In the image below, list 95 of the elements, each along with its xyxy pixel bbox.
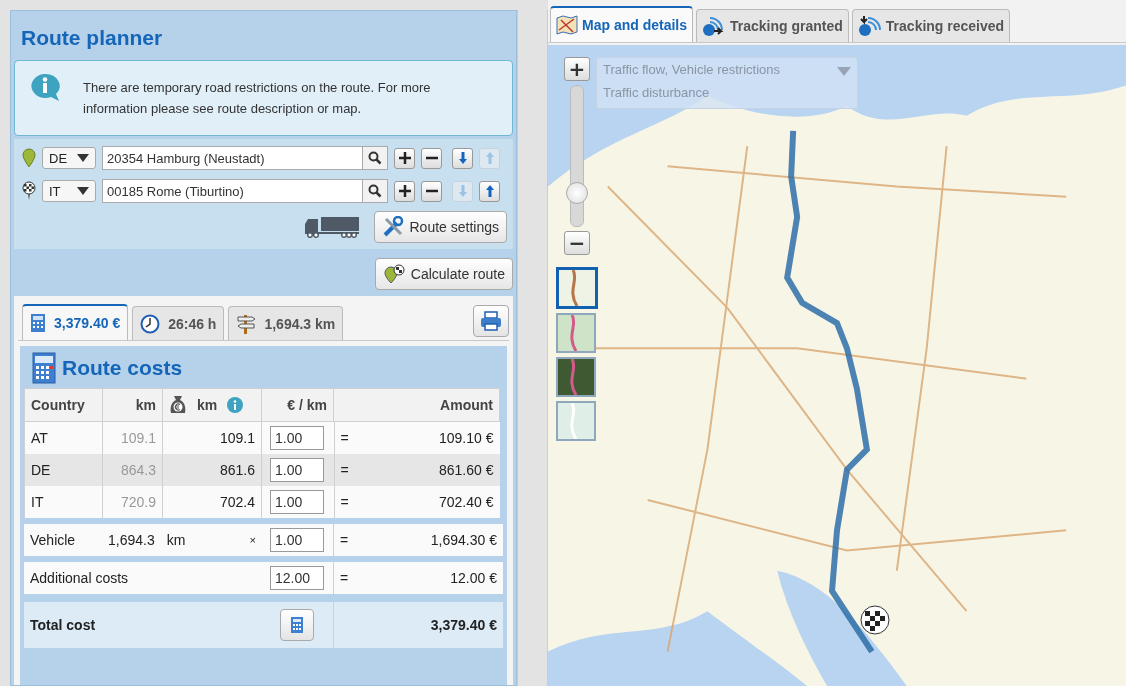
rate-field[interactable]: 1.00 [270, 490, 324, 514]
column-header: Country [24, 388, 103, 422]
table-cell: 720.9 [102, 486, 163, 518]
calculate-route-button[interactable]: Calculate route [374, 258, 513, 290]
result-tab[interactable]: 3,379.40 € [22, 304, 129, 340]
minus-icon [424, 156, 439, 160]
caret-icon [77, 154, 89, 162]
multiply-sign: × [249, 534, 256, 546]
table-cell: 702.4 [162, 486, 262, 518]
result-tab[interactable]: 26:46 h [132, 306, 225, 340]
amount: 702.40 € [439, 494, 494, 510]
amount: 109.10 € [439, 430, 494, 446]
amount: 12.00 € [450, 570, 497, 586]
address-field[interactable]: 20354 Hamburg (Neustadt) [102, 146, 362, 170]
equals-sign: = [340, 462, 349, 478]
column-header: km [197, 397, 218, 413]
table-cell: 864.3 [102, 454, 163, 486]
rate-field[interactable]: 1.00 [270, 426, 324, 450]
address-field[interactable]: 00185 Rome (Tiburtino) [102, 179, 362, 203]
clock-icon [140, 313, 161, 334]
truck-icon [303, 216, 360, 238]
search-icon [368, 184, 382, 198]
move-down-button[interactable] [452, 147, 473, 169]
add-button[interactable] [394, 147, 415, 169]
money-bag-icon [169, 395, 187, 415]
map-layer-thumbnail[interactable] [556, 267, 598, 309]
remove-button[interactable] [421, 180, 442, 202]
equals-sign: = [340, 532, 349, 548]
pin-icon [22, 148, 36, 168]
search-button[interactable] [362, 179, 388, 203]
column-header: € / km [261, 388, 334, 422]
signal-person-icon [857, 15, 882, 37]
search-icon [368, 151, 382, 165]
add-button[interactable] [394, 180, 415, 202]
info-icon [29, 72, 61, 102]
equals-sign: = [340, 430, 349, 446]
country-dropdown[interactable]: DE [42, 147, 96, 169]
table-cell: DE [24, 454, 103, 486]
calculator-icon [32, 352, 56, 384]
row-label: Total cost [30, 617, 97, 633]
plus-icon [397, 151, 412, 165]
map-layer-thumbnail[interactable] [556, 313, 596, 353]
amount: 1,694.30 € [430, 532, 497, 548]
caret-icon [837, 67, 851, 76]
table-cell: IT [24, 486, 103, 518]
map-tab[interactable]: Map and details [550, 6, 694, 42]
map-tab[interactable]: Tracking granted [696, 9, 849, 42]
table-cell: 861.6 [162, 454, 262, 486]
row-label: Additional costs [30, 570, 130, 586]
calculator-icon [290, 616, 304, 634]
signpost-icon [236, 312, 257, 335]
result-tab[interactable]: 1,694.3 km [228, 306, 344, 340]
minus-icon [424, 189, 439, 193]
rate-field[interactable]: 1.00 [270, 528, 324, 552]
additional-costs-field[interactable]: 12.00 [270, 566, 324, 590]
search-button[interactable] [362, 146, 388, 170]
table-cell: 109.1 [162, 421, 262, 454]
arrow-up-icon [484, 184, 495, 198]
column-header: Amount [333, 388, 500, 422]
arrow-down-icon [457, 151, 468, 165]
zoom-in-button[interactable]: + [564, 57, 590, 81]
equals-sign: = [340, 570, 349, 586]
table-cell: 109.1 [102, 421, 163, 454]
remove-button[interactable] [421, 147, 442, 169]
tools-icon [381, 216, 404, 238]
table-cell: AT [24, 421, 103, 454]
row-label: Vehicle [30, 532, 77, 548]
panel-title: Route planner [20, 25, 164, 51]
caret-icon [77, 187, 89, 195]
section-title: Route costs [62, 356, 183, 380]
map-layer-thumbnail[interactable] [556, 357, 596, 397]
rate-field[interactable]: 1.00 [270, 458, 324, 482]
move-up-button[interactable] [479, 180, 500, 202]
arrow-up-icon [484, 151, 495, 165]
total-amount: 3,379.40 € [430, 617, 497, 633]
amount: 861.60 € [439, 462, 494, 478]
column-header: km [102, 388, 163, 422]
map-tab[interactable]: Tracking received [851, 9, 1011, 42]
calculator-button[interactable] [280, 609, 314, 641]
country-dropdown[interactable]: IT [42, 180, 96, 202]
printer-icon [480, 311, 502, 331]
map-layer-thumbnail[interactable] [556, 401, 596, 441]
plus-icon [397, 184, 412, 198]
equals-sign: = [340, 494, 349, 510]
unit-label: km [166, 532, 186, 548]
print-button[interactable] [473, 305, 509, 337]
calculator-icon [30, 313, 46, 333]
info-icon[interactable] [227, 397, 244, 413]
notice-text: There are temporary road restrictions on the route. For more information please see route description or map. [83, 79, 432, 118]
arrow-down-icon [457, 184, 468, 198]
route-settings-button[interactable]: Route settings [373, 211, 507, 243]
map-icon [556, 14, 578, 36]
pin-flag-icon [382, 263, 405, 285]
distance-value: 1,694.3 [108, 532, 155, 548]
zoom-out-button[interactable]: − [564, 231, 590, 255]
